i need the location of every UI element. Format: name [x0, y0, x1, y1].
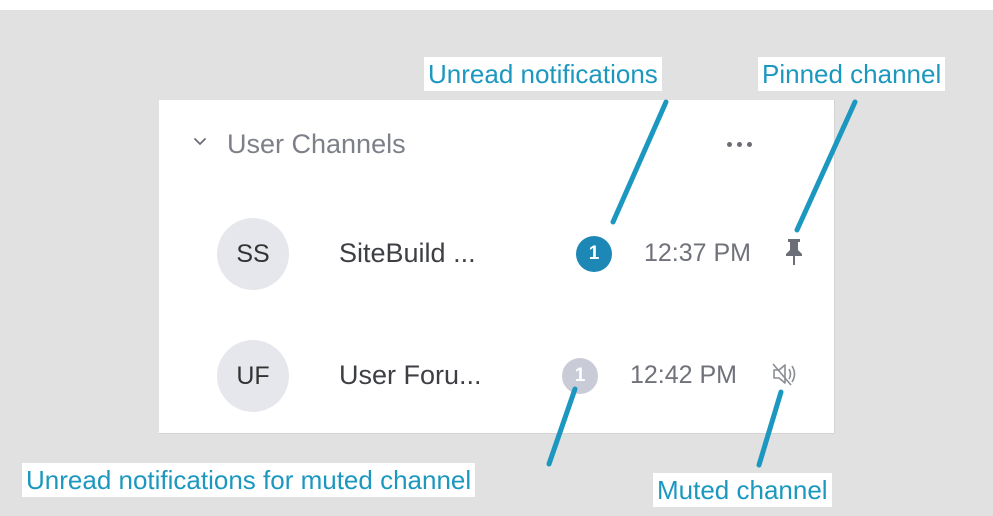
channel-row-user-forum[interactable]: UF User Foru... 1 12:42 PM [159, 340, 834, 420]
callout-muted-channel: Muted channel [653, 473, 832, 507]
annotated-screenshot: User Channels SS SiteBuild ... 1 12:37 P… [0, 0, 993, 516]
timestamp: 12:42 PM [630, 361, 738, 389]
timestamp: 12:37 PM [644, 239, 752, 267]
avatar: SS [217, 218, 289, 290]
callout-unread-notifications: Unread notifications [424, 57, 662, 91]
channel-row-sitebuild[interactable]: SS SiteBuild ... 1 12:37 PM [159, 218, 834, 298]
channel-list-panel: User Channels SS SiteBuild ... 1 12:37 P… [159, 100, 835, 434]
avatar: UF [217, 340, 289, 412]
chevron-down-icon[interactable] [193, 137, 207, 147]
section-title: User Channels [227, 129, 406, 159]
callout-pinned-channel: Pinned channel [758, 57, 946, 91]
callout-unread-muted: Unread notifications for muted channel [22, 463, 476, 497]
channel-name: User Foru... [339, 360, 482, 390]
unread-badge: 1 [576, 236, 612, 272]
section-header[interactable]: User Channels [159, 122, 834, 166]
pin-icon[interactable] [783, 238, 805, 266]
channel-name: SiteBuild ... [339, 238, 476, 268]
muted-unread-badge: 1 [562, 358, 598, 394]
top-border [0, 0, 993, 10]
more-horizontal-icon[interactable] [727, 136, 767, 152]
muted-speaker-icon[interactable] [771, 360, 801, 388]
